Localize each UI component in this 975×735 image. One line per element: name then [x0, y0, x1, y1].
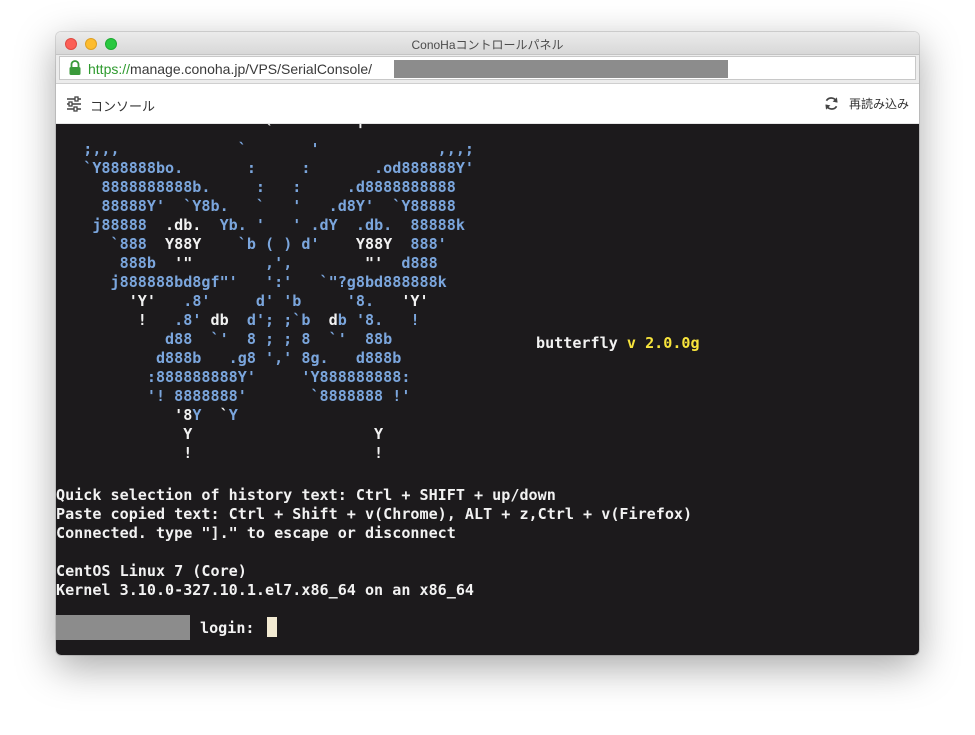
ascii-art-line: d88 `' 8 ; ; 8 `' 88b — [56, 330, 393, 348]
ascii-art-line: 888b '" ,', "' d888 — [56, 254, 438, 272]
redacted-url-segment — [394, 60, 728, 78]
terminal-line: Quick selection of history text: Ctrl + … — [56, 486, 556, 504]
ascii-art-line: `Y888888bo. : : .od888888Y' — [56, 159, 475, 177]
address-bar: https://manage.conoha.jp/VPS/SerialConso… — [56, 55, 919, 84]
lock-icon — [69, 60, 81, 75]
ascii-art-line: '8Y `Y — [174, 406, 238, 424]
serial-console-terminal[interactable]: ` ' ;,,, ` ' ,,,; `Y888888bo. : : .od888… — [56, 124, 919, 655]
ascii-art-line: Y Y — [56, 425, 384, 443]
url-host: manage.conoha.jp — [130, 61, 246, 77]
url-path: /VPS/SerialConsole/ — [245, 61, 373, 77]
ascii-art-line: 88888Y' `Y8b. ` ' .d8Y' `Y88888 — [56, 197, 456, 215]
ascii-art-line: j88888 .db. Yb. ' ' .dY .db. 88888k — [56, 216, 465, 234]
ascii-art-line: ! .8' db d'; ;`b db '8. ! — [137, 311, 420, 329]
sliders-icon[interactable] — [66, 96, 82, 112]
reload-button[interactable]: 再読み込み — [824, 95, 909, 112]
terminal-cursor — [267, 617, 277, 637]
reload-icon — [825, 97, 838, 110]
ascii-art-line: ` ' — [56, 124, 365, 139]
console-toolbar: コンソール 再読み込み — [56, 84, 919, 124]
ascii-art-line: 8888888888b. : : .d8888888888 — [56, 178, 456, 196]
browser-window: ConoHaコントロールパネル https://manage.conoha.jp… — [56, 32, 919, 655]
login-prompt: login: — [200, 619, 264, 637]
ascii-art-line: j888888bd8gf"' ':' `"?g8bd888888k — [56, 273, 447, 291]
terminal-line: CentOS Linux 7 (Core) — [56, 562, 247, 580]
window-title: ConoHaコントロールパネル — [411, 38, 564, 52]
version-label: butterfly — [536, 334, 618, 352]
redacted-hostname — [56, 615, 190, 640]
ascii-art-line: d888b .g8 ',' 8g. d888b — [56, 349, 402, 367]
ascii-art-line: ;,,, ` ' ,,,; — [56, 140, 475, 158]
terminal-line: Connected. type "]." to escape or discon… — [56, 524, 456, 542]
version-banner: butterfly v 2.0.0g — [536, 334, 700, 353]
ascii-art-line: '! 8888888' `8888888 !' — [56, 387, 411, 405]
terminal-line: Paste copied text: Ctrl + Shift + v(Chro… — [56, 505, 693, 523]
url-scheme: https:// — [88, 61, 131, 77]
terminal-line: Kernel 3.10.0-327.10.1.el7.x86_64 on an … — [56, 581, 475, 599]
reload-label: 再読み込み — [848, 97, 909, 111]
ascii-art-line: `888 Y88Y `b ( ) d' Y88Y 888' — [56, 235, 447, 253]
console-label: コンソール — [90, 99, 156, 114]
title-bar: ConoHaコントロールパネル — [56, 32, 919, 55]
ascii-art-line: ! ! — [56, 444, 384, 462]
url-field[interactable]: https://manage.conoha.jp/VPS/SerialConso… — [59, 56, 916, 80]
ascii-art-line: 'Y' .8' d' 'b '8. 'Y' — [128, 292, 429, 310]
url-text: https://manage.conoha.jp/VPS/SerialConso… — [88, 61, 372, 77]
ascii-art-line: :888888888Y' 'Y888888888: — [56, 368, 411, 386]
version-value: v 2.0.0g — [626, 334, 700, 352]
